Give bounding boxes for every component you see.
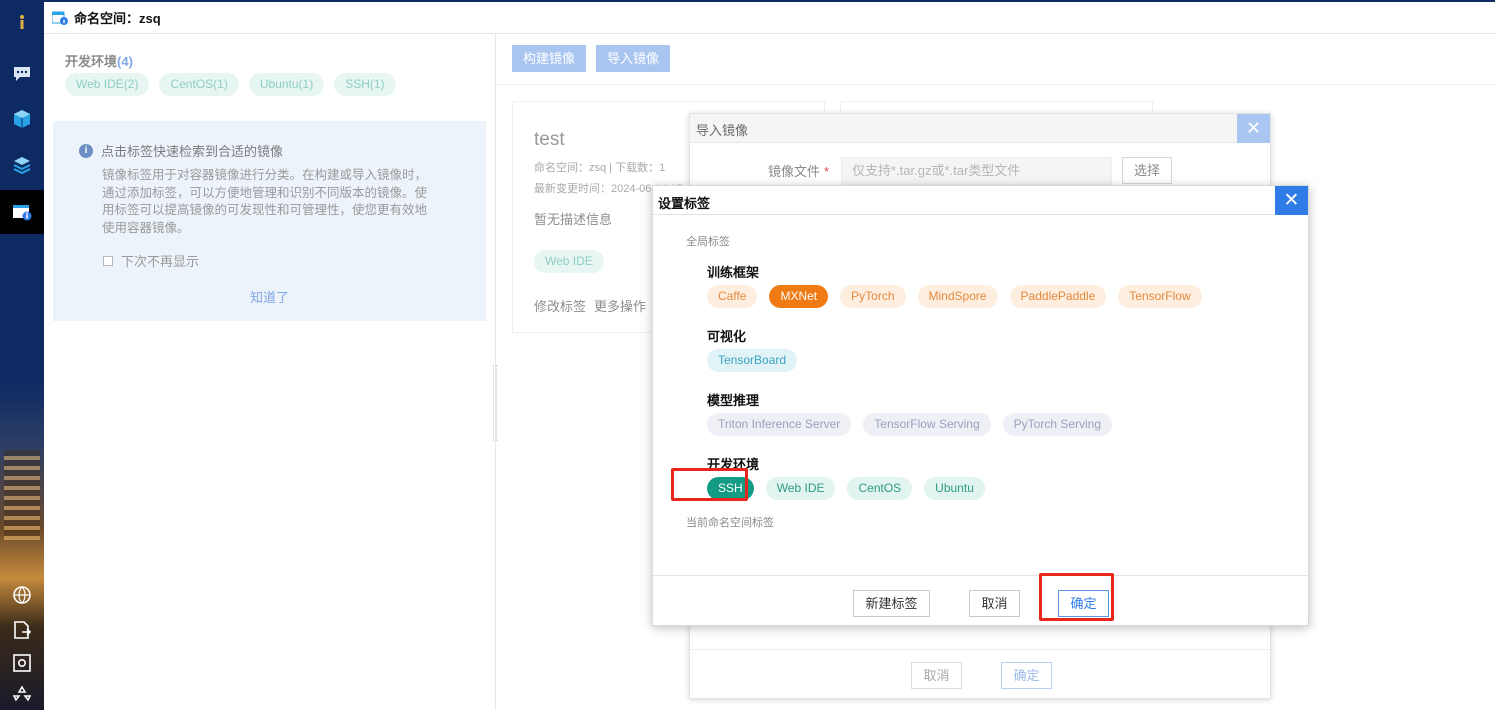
global-tags-label: 全局标签 xyxy=(686,236,730,248)
tag-group-training: Caffe MXNet PyTorch MindSpore PaddlePadd… xyxy=(707,285,1202,308)
tip-body: 镜像标签用于对容器镜像进行分类。在构建或导入镜像时，通过添加标签，可以方便地管理… xyxy=(102,168,428,235)
tag-chip[interactable]: TensorBoard xyxy=(707,349,798,372)
dont-show-again-checkbox[interactable] xyxy=(103,255,113,266)
image-registry-icon xyxy=(13,205,32,221)
import-dialog-title: 导入镜像 xyxy=(696,123,749,138)
tag-group-inference: Triton Inference Server TensorFlow Servi… xyxy=(707,413,1113,436)
top-bar: 命名空间：zsq xyxy=(44,0,1495,34)
close-icon[interactable]: ✕ xyxy=(1275,186,1308,215)
globe-icon xyxy=(13,586,31,604)
nav-cube[interactable] xyxy=(0,97,44,141)
group-title-inference: 模型推理 xyxy=(707,393,760,408)
cancel-button[interactable]: 取消 xyxy=(969,590,1020,617)
chat-icon xyxy=(14,67,30,81)
dont-show-again-label: 下次不再显示 xyxy=(121,254,200,269)
edit-tags-link[interactable]: 修改标签 xyxy=(534,296,586,315)
info-icon: i xyxy=(79,143,93,158)
recycle-icon xyxy=(12,685,32,702)
filter-tag-ubuntu[interactable]: Ubuntu(1) xyxy=(248,73,325,96)
info-icon xyxy=(20,15,24,29)
highlight-box-ssh xyxy=(671,468,748,501)
divider xyxy=(653,575,1308,576)
tip-title: i 点击标签快速检索到合适的镜像 xyxy=(79,141,283,160)
namespace-tags-label: 当前命名空间标签 xyxy=(686,517,774,529)
nav-info[interactable] xyxy=(0,0,44,44)
import-dialog-header: 导入镜像 ✕ xyxy=(690,114,1270,143)
image-card-tag[interactable]: Web IDE xyxy=(534,250,604,273)
image-card-actions: 修改标签 更多操作 xyxy=(534,296,646,315)
import-cancel-button[interactable]: 取消 xyxy=(911,662,962,689)
namespace-icon xyxy=(52,11,68,25)
nav-layers[interactable] xyxy=(0,143,44,187)
image-card-desc: 暂无描述信息 xyxy=(534,212,613,227)
build-image-button[interactable]: 构建镜像 xyxy=(512,45,587,72)
group-title-visualization: 可视化 xyxy=(707,329,747,344)
cube-icon xyxy=(14,110,30,128)
tag-chip[interactable]: Triton Inference Server xyxy=(707,413,852,436)
tag-group-count: (4) xyxy=(117,54,133,69)
nav-chat[interactable] xyxy=(0,52,44,96)
left-nav xyxy=(0,0,44,710)
toolbar: 构建镜像 导入镜像 xyxy=(512,45,671,72)
tag-chip[interactable]: TensorFlow Serving xyxy=(863,413,991,436)
nav-recycle[interactable] xyxy=(0,672,44,710)
tag-chip[interactable]: Caffe xyxy=(707,285,758,308)
export-icon xyxy=(14,621,32,639)
dont-show-again[interactable]: 下次不再显示 xyxy=(103,251,199,270)
tag-chip[interactable]: MindSpore xyxy=(917,285,998,308)
set-tags-header: 设置标签 ✕ xyxy=(653,186,1308,215)
tag-group-devenv: SSH Web IDE CentOS Ubuntu xyxy=(707,477,985,500)
tag-chip[interactable]: TensorFlow xyxy=(1118,285,1202,308)
import-image-button[interactable]: 导入镜像 xyxy=(596,45,671,72)
tag-chip[interactable]: Ubuntu xyxy=(924,477,985,500)
tag-filter-panel: 开发环境(4) Web IDE(2) CentOS(1) Ubuntu(1) S… xyxy=(44,34,496,710)
tag-chip[interactable]: PaddlePaddle xyxy=(1009,285,1107,308)
nav-image[interactable] xyxy=(0,190,44,234)
new-tag-button[interactable]: 新建标签 xyxy=(853,590,930,617)
filter-tag-centos[interactable]: CentOS(1) xyxy=(159,73,239,96)
tag-chip-selected[interactable]: MXNet xyxy=(769,285,829,308)
image-card-meta: 命名空间：zsq | 下载数：1 xyxy=(534,162,666,174)
image-card-title: test xyxy=(534,129,565,150)
close-icon[interactable]: ✕ xyxy=(1237,114,1270,143)
tip-ok-link[interactable]: 知道了 xyxy=(53,287,486,306)
tag-chip[interactable]: CentOS xyxy=(847,477,913,500)
tag-chip[interactable]: PyTorch xyxy=(840,285,906,308)
choose-file-button[interactable]: 选择 xyxy=(1122,157,1172,184)
image-file-input[interactable]: 仅支持*.tar.gz或*.tar类型文件 xyxy=(841,157,1112,185)
tag-group-heading: 开发环境(4) xyxy=(65,54,133,69)
filter-tag-ssh[interactable]: SSH(1) xyxy=(334,73,396,96)
tag-chip[interactable]: PyTorch Serving xyxy=(1002,413,1113,436)
settings-icon xyxy=(13,654,31,672)
tag-chip[interactable]: Web IDE xyxy=(765,477,836,500)
group-title-training: 训练框架 xyxy=(707,265,760,280)
layers-icon xyxy=(13,157,31,175)
page-title: 命名空间：zsq xyxy=(74,11,161,26)
filter-tag-webide[interactable]: Web IDE(2) xyxy=(65,73,150,96)
divider xyxy=(690,649,1270,650)
tag-filter-list: Web IDE(2) CentOS(1) Ubuntu(1) SSH(1) xyxy=(65,73,396,96)
set-tags-dialog: 设置标签 ✕ 全局标签 训练框架 Caffe MXNet PyTorch Min… xyxy=(652,185,1309,626)
tip-box: i 点击标签快速检索到合适的镜像 镜像标签用于对容器镜像进行分类。在构建或导入镜… xyxy=(53,121,486,321)
image-file-label: 镜像文件 * xyxy=(768,164,830,179)
highlight-box-confirm xyxy=(1039,573,1114,621)
import-ok-button[interactable]: 确定 xyxy=(1001,662,1052,689)
divider xyxy=(497,84,1495,85)
more-actions-link[interactable]: 更多操作 xyxy=(594,296,646,315)
set-tags-title: 设置标签 xyxy=(658,196,711,211)
tip-title-text: 点击标签快速检索到合适的镜像 xyxy=(101,144,284,159)
tag-group-visualization: TensorBoard xyxy=(707,349,798,372)
